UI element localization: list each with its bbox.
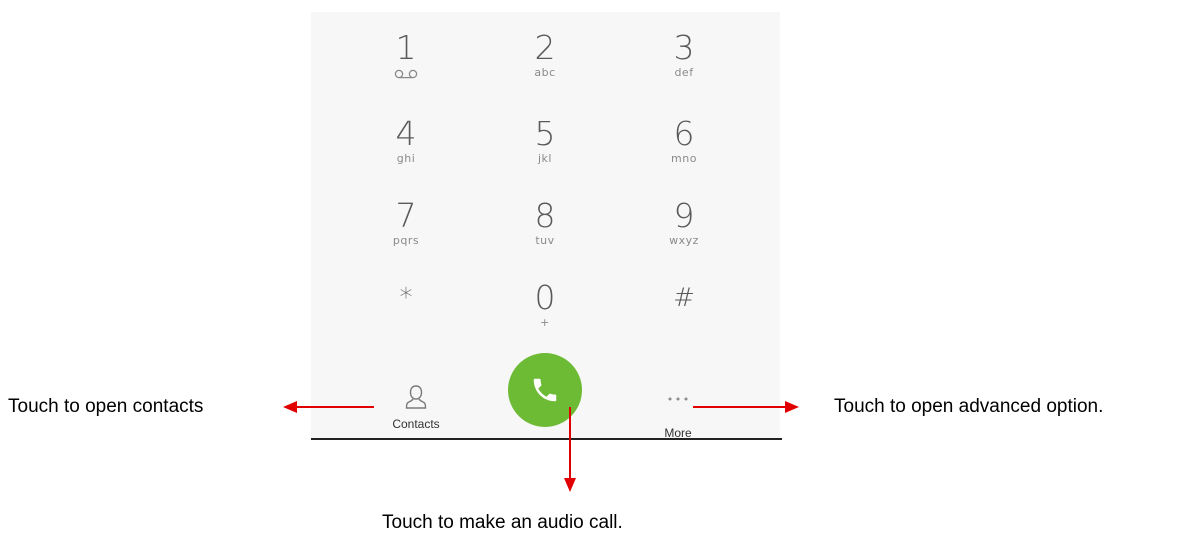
key-letters: jkl bbox=[538, 152, 552, 165]
key-letters: wxyz bbox=[669, 234, 699, 247]
key-digit: 6 bbox=[673, 114, 695, 153]
key-letters: abc bbox=[534, 66, 556, 79]
key-letters: tuv bbox=[535, 234, 555, 247]
annotated-dialer-figure: 1 2 abc 3 def 4 ghi 5 jkl 6 mno 7 pqrs 8… bbox=[0, 0, 1182, 534]
key-4[interactable]: 4 ghi bbox=[351, 116, 461, 186]
key-digit: 8 bbox=[534, 196, 556, 235]
key-8[interactable]: 8 tuv bbox=[490, 198, 600, 268]
key-letters: + bbox=[540, 316, 550, 329]
call-callout: Touch to make an audio call. bbox=[382, 512, 623, 533]
key-digit: 3 bbox=[673, 28, 695, 67]
voicemail-icon bbox=[394, 69, 418, 79]
key-7[interactable]: 7 pqrs bbox=[351, 198, 461, 268]
key-star[interactable]: * bbox=[351, 280, 461, 350]
contacts-button[interactable]: Contacts bbox=[371, 384, 461, 431]
contacts-label: Contacts bbox=[392, 417, 440, 431]
key-digit: 5 bbox=[534, 114, 556, 153]
key-hash[interactable]: # bbox=[629, 280, 739, 350]
key-letters: pqrs bbox=[392, 234, 420, 247]
key-letters: mno bbox=[671, 152, 697, 165]
bottom-divider bbox=[311, 438, 782, 440]
key-letters: ghi bbox=[396, 152, 416, 165]
key-6[interactable]: 6 mno bbox=[629, 116, 739, 186]
key-9[interactable]: 9 wxyz bbox=[629, 198, 739, 268]
contacts-callout: Touch to open contacts bbox=[8, 396, 204, 417]
call-button[interactable] bbox=[508, 353, 582, 427]
key-digit: # bbox=[673, 283, 695, 313]
more-dots-icon bbox=[668, 397, 688, 401]
key-digit: 0 bbox=[534, 278, 556, 317]
key-3[interactable]: 3 def bbox=[629, 30, 739, 100]
more-button[interactable]: More bbox=[638, 392, 718, 440]
key-digit: 4 bbox=[395, 114, 417, 153]
key-digit: 9 bbox=[673, 196, 695, 235]
key-digit: 7 bbox=[395, 196, 417, 235]
key-digit: 1 bbox=[395, 28, 417, 67]
key-digit: * bbox=[399, 283, 413, 313]
phone-icon bbox=[533, 378, 557, 402]
key-2[interactable]: 2 abc bbox=[490, 30, 600, 100]
more-callout: Touch to open advanced option. bbox=[834, 396, 1104, 417]
key-1[interactable]: 1 bbox=[351, 30, 461, 100]
key-0[interactable]: 0 + bbox=[490, 280, 600, 350]
key-letters: def bbox=[674, 66, 694, 79]
person-icon bbox=[405, 385, 427, 409]
key-digit: 2 bbox=[534, 28, 556, 67]
key-5[interactable]: 5 jkl bbox=[490, 116, 600, 186]
